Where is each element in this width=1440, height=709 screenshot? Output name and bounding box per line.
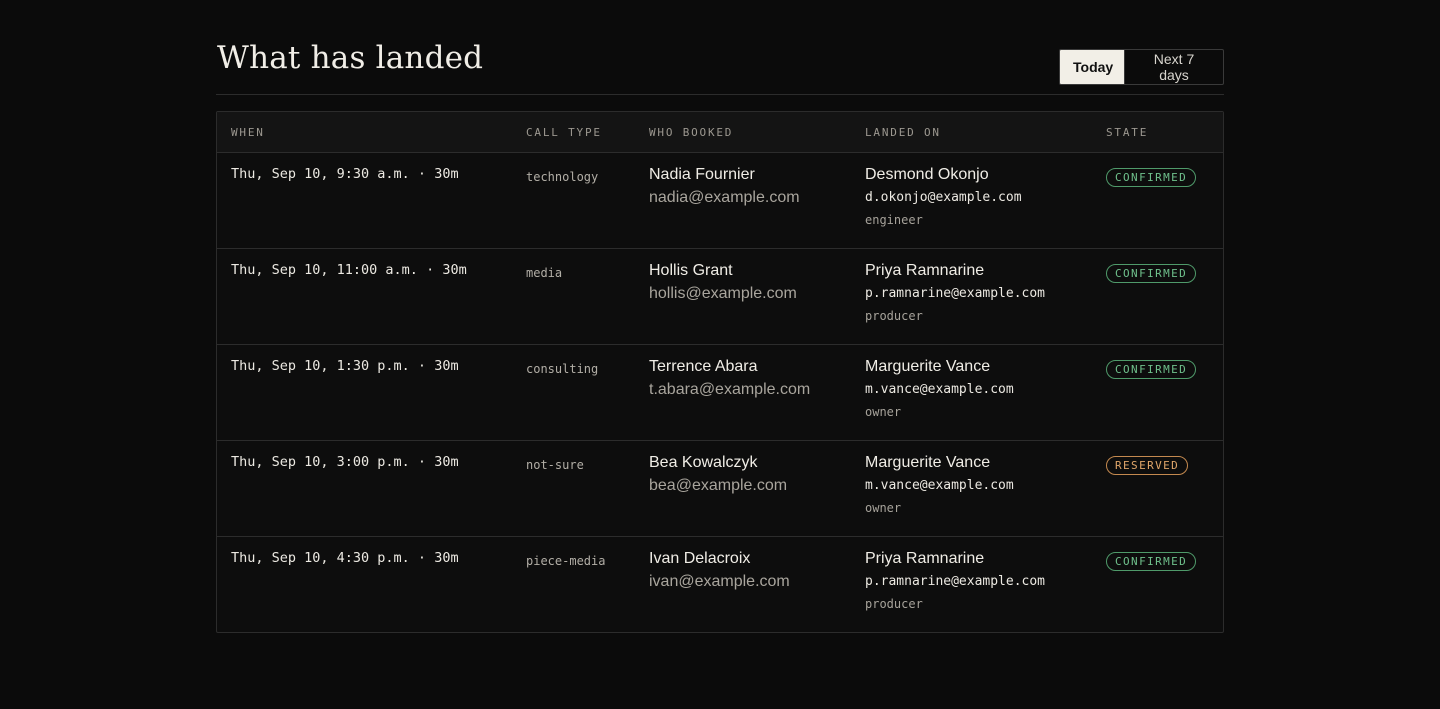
host-role: producer — [865, 309, 923, 323]
host-name: Priya Ramnarine — [865, 550, 985, 567]
booker-email: nadia@example.com — [649, 189, 800, 206]
row-call-type: piece-media — [526, 554, 606, 568]
page-header: What has landed Today Next 7 days — [216, 0, 1224, 95]
table-row[interactable]: Thu, Sep 10, 9:30 a.m. · 30m technology … — [217, 153, 1223, 249]
next-7-days-button[interactable]: Next 7 days — [1124, 50, 1223, 84]
row-landed-on: Priya Ramnarine p.ramnarine@example.com … — [865, 550, 1045, 611]
row-call-type: technology — [526, 170, 599, 184]
row-state: CONFIRMED — [1106, 552, 1197, 571]
row-landed-on: Desmond Okonjo d.okonjo@example.com engi… — [865, 166, 1022, 227]
row-state: CONFIRMED — [1106, 264, 1197, 283]
booker-email: bea@example.com — [649, 477, 788, 494]
table-row[interactable]: Thu, Sep 10, 1:30 p.m. · 30m consulting … — [217, 345, 1223, 441]
row-when: Thu, Sep 10, 11:00 a.m. · 30m — [231, 262, 467, 278]
bookings-page: What has landed Today Next 7 days WHEN C… — [216, 0, 1224, 633]
row-call-type: consulting — [526, 362, 599, 376]
row-who-booked: Bea Kowalczyk bea@example.com — [649, 454, 787, 495]
row-who-booked: Nadia Fournier nadia@example.com — [649, 166, 800, 207]
booker-name: Hollis Grant — [649, 262, 733, 279]
status-badge: CONFIRMED — [1106, 552, 1197, 571]
row-landed-on: Priya Ramnarine p.ramnarine@example.com … — [865, 262, 1045, 323]
row-who-booked: Ivan Delacroix ivan@example.com — [649, 550, 790, 591]
table-row[interactable]: Thu, Sep 10, 3:00 p.m. · 30m not-sure Be… — [217, 441, 1223, 537]
booker-email: ivan@example.com — [649, 573, 790, 590]
host-email: m.vance@example.com — [865, 382, 1014, 397]
date-range-toggle: Today Next 7 days — [1059, 49, 1224, 85]
row-when: Thu, Sep 10, 3:00 p.m. · 30m — [231, 454, 459, 470]
host-email: d.okonjo@example.com — [865, 190, 1022, 205]
host-role: producer — [865, 597, 923, 611]
host-name: Marguerite Vance — [865, 358, 991, 375]
column-header-landed-on: LANDED ON — [865, 126, 941, 139]
host-role: owner — [865, 405, 902, 419]
row-landed-on: Marguerite Vance m.vance@example.com own… — [865, 358, 1014, 419]
row-call-type: not-sure — [526, 458, 584, 472]
column-header-when: WHEN — [231, 126, 265, 139]
table-row[interactable]: Thu, Sep 10, 4:30 p.m. · 30m piece-media… — [217, 537, 1223, 632]
column-header-call-type: CALL TYPE — [526, 126, 602, 139]
column-header-state: STATE — [1106, 126, 1149, 139]
status-badge: RESERVED — [1106, 456, 1189, 475]
row-when: Thu, Sep 10, 1:30 p.m. · 30m — [231, 358, 459, 374]
host-email: p.ramnarine@example.com — [865, 286, 1046, 301]
host-name: Desmond Okonjo — [865, 166, 989, 183]
row-when: Thu, Sep 10, 9:30 a.m. · 30m — [231, 166, 459, 182]
row-when: Thu, Sep 10, 4:30 p.m. · 30m — [231, 550, 459, 566]
status-badge: CONFIRMED — [1106, 360, 1197, 379]
booker-name: Bea Kowalczyk — [649, 454, 758, 471]
host-email: m.vance@example.com — [865, 478, 1014, 493]
booker-name: Terrence Abara — [649, 358, 758, 375]
status-badge: CONFIRMED — [1106, 168, 1197, 187]
host-email: p.ramnarine@example.com — [865, 574, 1046, 589]
row-state: RESERVED — [1106, 456, 1189, 475]
host-name: Priya Ramnarine — [865, 262, 985, 279]
row-state: CONFIRMED — [1106, 360, 1197, 379]
status-badge: CONFIRMED — [1106, 264, 1197, 283]
table-row[interactable]: Thu, Sep 10, 11:00 a.m. · 30m media Holl… — [217, 249, 1223, 345]
today-button[interactable]: Today — [1060, 50, 1124, 84]
booker-email: hollis@example.com — [649, 285, 797, 302]
host-name: Marguerite Vance — [865, 454, 991, 471]
booker-name: Nadia Fournier — [649, 166, 755, 183]
column-header-who-booked: WHO BOOKED — [649, 126, 734, 139]
booker-name: Ivan Delacroix — [649, 550, 751, 567]
bookings-table: WHEN CALL TYPE WHO BOOKED LANDED ON STAT… — [216, 111, 1224, 633]
row-call-type: media — [526, 266, 563, 280]
host-role: engineer — [865, 213, 923, 227]
table-header: WHEN CALL TYPE WHO BOOKED LANDED ON STAT… — [217, 112, 1223, 153]
row-who-booked: Hollis Grant hollis@example.com — [649, 262, 797, 303]
row-state: CONFIRMED — [1106, 168, 1197, 187]
page-title: What has landed — [217, 40, 484, 76]
booker-email: t.abara@example.com — [649, 381, 811, 398]
row-who-booked: Terrence Abara t.abara@example.com — [649, 358, 810, 399]
row-landed-on: Marguerite Vance m.vance@example.com own… — [865, 454, 1014, 515]
host-role: owner — [865, 501, 902, 515]
